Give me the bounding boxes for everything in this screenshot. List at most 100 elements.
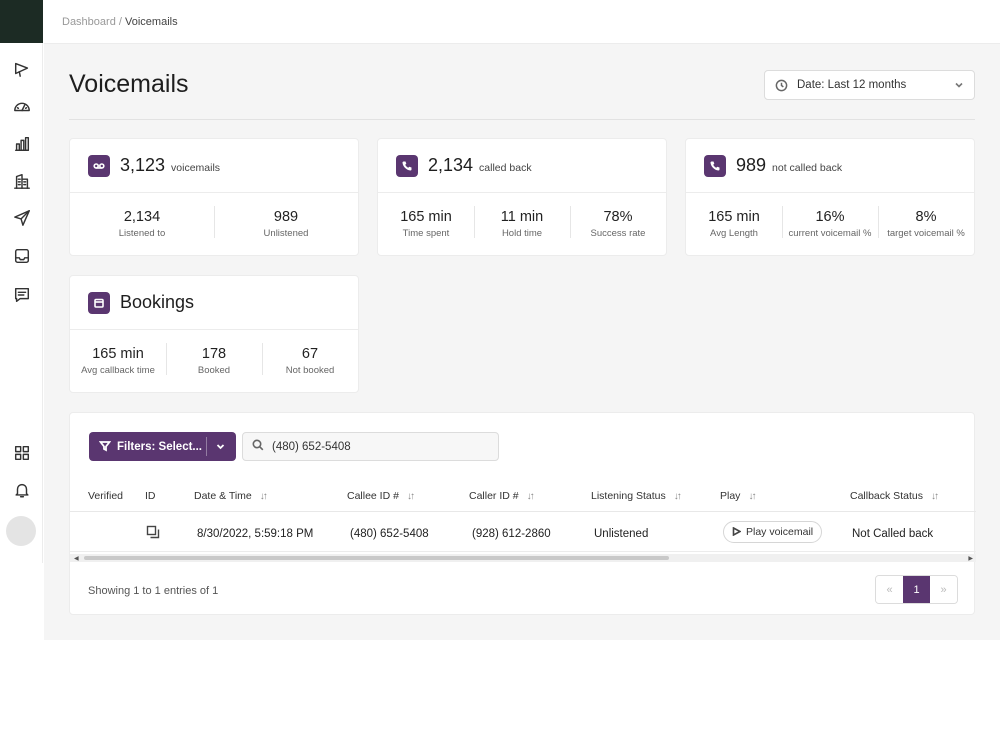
filters-label: Filters: Select... xyxy=(117,440,203,453)
cell-caller-id: (928) 612-2860 xyxy=(472,528,551,540)
breadcrumb: Dashboard / Voicemails xyxy=(62,16,178,28)
avatar[interactable] xyxy=(6,516,36,546)
column-label: Verified xyxy=(88,490,124,502)
column-label: ID xyxy=(145,490,156,502)
column-header-callee-id[interactable]: Callee ID # ↓↑ xyxy=(347,490,415,502)
cell-date-time: 8/30/2022, 5:59:18 PM xyxy=(197,528,314,540)
bookings-card: Bookings 165 min Avg callback time 178 B… xyxy=(69,275,359,393)
clock-icon xyxy=(775,79,788,92)
voicemails-card: 3,123 voicemails 2,134 Listened to 989 U… xyxy=(69,138,359,256)
sort-icon[interactable]: ↓↑ xyxy=(674,491,682,502)
column-header-play[interactable]: Play ↓↑ xyxy=(720,490,756,502)
chevron-down-icon[interactable] xyxy=(215,441,226,455)
called-back-card: 2,134 called back 165 min Time spent 11 … xyxy=(377,138,667,256)
pagination-prev[interactable]: « xyxy=(876,576,903,603)
buildings-icon[interactable] xyxy=(12,171,32,191)
pagination-next[interactable]: » xyxy=(930,576,957,603)
column-header-caller-id[interactable]: Caller ID # ↓↑ xyxy=(469,490,535,502)
metric-label: Not booked xyxy=(285,365,335,376)
column-header-callback-status[interactable]: Callback Status ↓↑ xyxy=(850,490,939,502)
called-back-total: 2,134 xyxy=(428,155,474,175)
megaphone-icon[interactable] xyxy=(12,59,32,79)
date-range-select[interactable]: Date: Last 12 months xyxy=(764,70,975,100)
breadcrumb-current: Voicemails xyxy=(125,16,178,28)
logo[interactable] xyxy=(0,0,43,43)
column-header-verified[interactable]: Verified xyxy=(88,490,123,502)
bookings-title: Bookings xyxy=(120,292,195,312)
message-icon[interactable] xyxy=(12,285,32,305)
metric-current-voicemail: 16% current voicemail % xyxy=(782,206,878,239)
cell-listening-status: Unlistened xyxy=(594,528,649,540)
metric-value: 2,134 xyxy=(123,209,161,225)
phone-icon xyxy=(704,154,726,177)
metric-success-rate: 78% Success rate xyxy=(570,206,666,239)
speedometer-icon[interactable] xyxy=(12,96,32,116)
row-divider xyxy=(70,551,976,552)
not-called-back-total: 989 xyxy=(736,155,767,175)
bell-icon[interactable] xyxy=(12,480,32,500)
scrollbar-thumb[interactable] xyxy=(84,556,669,560)
date-range-label: Date: Last 12 months xyxy=(797,79,907,91)
voicemails-total: 3,123 xyxy=(120,155,166,175)
sort-icon[interactable]: ↓↑ xyxy=(260,491,268,502)
chevron-down-icon xyxy=(954,80,964,90)
horizontal-scrollbar[interactable]: ◀ ▶ xyxy=(70,554,976,562)
scroll-left-icon[interactable]: ◀ xyxy=(74,555,79,562)
scroll-right-icon[interactable]: ▶ xyxy=(968,555,973,562)
breadcrumb-dashboard[interactable]: Dashboard xyxy=(62,16,116,28)
search-icon xyxy=(252,438,264,456)
metric-label: Booked xyxy=(197,365,231,376)
not-called-back-unit: not called back xyxy=(772,161,843,174)
metric-value: 8% xyxy=(915,209,937,225)
sort-icon[interactable]: ↓↑ xyxy=(527,491,535,502)
column-label: Date & Time xyxy=(194,490,252,502)
entries-summary: Showing 1 to 1 entries of 1 xyxy=(88,585,219,597)
pagination-page-1[interactable]: 1 xyxy=(903,576,930,603)
column-header-listening-status[interactable]: Listening Status ↓↑ xyxy=(591,490,682,502)
metric-time-spent: 165 min Time spent xyxy=(378,209,474,239)
column-header-id[interactable]: ID xyxy=(145,490,156,502)
metric-listened: 2,134 Listened to xyxy=(70,209,214,239)
metric-label: Listened to xyxy=(118,228,166,239)
bar-chart-icon[interactable] xyxy=(12,134,32,154)
breadcrumb-separator: / xyxy=(115,16,125,28)
metric-label: Hold time xyxy=(501,228,543,239)
sort-icon[interactable]: ↓↑ xyxy=(931,491,939,502)
metric-hold-time: 11 min Hold time xyxy=(474,206,570,239)
filters-button[interactable]: Filters: Select... xyxy=(89,432,236,461)
called-back-unit: called back xyxy=(479,161,532,174)
filter-icon xyxy=(98,438,117,455)
metric-avg-callback: 165 min Avg callback time xyxy=(70,346,166,376)
calendar-icon xyxy=(88,291,110,314)
search-input[interactable] xyxy=(272,440,492,453)
column-header-date-time[interactable]: Date & Time ↓↑ xyxy=(194,490,268,502)
grid-icon[interactable] xyxy=(12,443,32,463)
play-icon xyxy=(732,525,746,539)
metric-value: 78% xyxy=(603,209,633,225)
copy-icon[interactable] xyxy=(146,525,160,544)
phone-icon xyxy=(396,154,418,177)
inbox-icon[interactable] xyxy=(12,246,32,266)
metric-label: Unlistened xyxy=(263,228,309,239)
sidebar xyxy=(0,0,43,563)
sort-icon[interactable]: ↓↑ xyxy=(748,491,756,502)
main-content: Voicemails Date: Last 12 months 3,123 vo… xyxy=(44,44,1000,640)
column-label: Caller ID # xyxy=(469,490,519,502)
metric-value: 11 min xyxy=(500,209,544,225)
search-box xyxy=(242,432,499,461)
metric-label: target voicemail % xyxy=(887,228,965,239)
play-voicemail-button[interactable]: Play voicemail xyxy=(723,521,823,543)
metric-unlistened: 989 Unlistened xyxy=(214,206,358,239)
column-label: Listening Status xyxy=(591,490,666,502)
header-divider xyxy=(70,511,976,512)
voicemail-icon xyxy=(88,154,110,177)
sort-icon[interactable]: ↓↑ xyxy=(407,491,415,502)
column-label: Callee ID # xyxy=(347,490,399,502)
metric-value: 165 min xyxy=(92,346,144,362)
send-icon[interactable] xyxy=(12,208,32,228)
metric-value: 67 xyxy=(301,346,319,362)
pagination: « 1 » xyxy=(875,575,958,604)
metric-label: Time spent xyxy=(402,228,450,239)
metric-avg-length: 165 min Avg Length xyxy=(686,209,782,239)
metric-value: 165 min xyxy=(708,209,760,225)
